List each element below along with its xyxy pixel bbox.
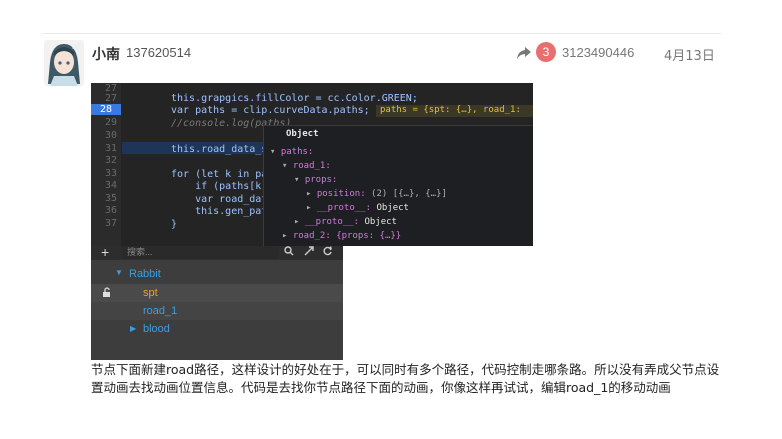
code-line: for (let k in pa bbox=[171, 169, 268, 180]
popup-position[interactable]: ▸ position: (2) [{…}, {…}] bbox=[306, 189, 447, 199]
tree-item-rabbit[interactable]: Rabbit bbox=[129, 268, 161, 280]
collapse-icon[interactable] bbox=[304, 246, 314, 259]
code-line: var paths = clip.curveData.paths; bbox=[171, 105, 370, 116]
post-body: 节点下面新建road路径，这样设计的好处在于，可以同时有多个路径，代码控制走哪条… bbox=[91, 362, 720, 395]
top-divider bbox=[42, 33, 722, 34]
line-number: 30 bbox=[104, 130, 117, 141]
collapsed-arrow-icon[interactable]: ▶ bbox=[130, 324, 136, 333]
popup-paths[interactable]: ▾ paths: bbox=[270, 147, 313, 157]
tree-item-blood[interactable]: blood bbox=[143, 323, 170, 335]
tree-item-spt[interactable]: spt bbox=[143, 287, 158, 299]
code-line: this.grapgics.fillColor = cc.Color.GREEN… bbox=[171, 93, 418, 104]
tree-search-input[interactable]: 搜索... bbox=[121, 246, 279, 259]
line-number: 34 bbox=[104, 180, 117, 191]
tree-row-highlight bbox=[91, 284, 343, 302]
lock-icon[interactable] bbox=[102, 287, 112, 300]
add-icon[interactable]: + bbox=[101, 246, 109, 260]
line-number: 37 bbox=[104, 218, 117, 229]
line-number: 32 bbox=[104, 155, 117, 166]
code-line: var road_dat bbox=[171, 194, 268, 205]
code-screenshot: 27 27 28 29 30 31 32 33 34 35 36 37 this… bbox=[91, 83, 533, 246]
line-number: 29 bbox=[104, 117, 117, 128]
search-icon[interactable] bbox=[284, 246, 294, 259]
popup-road-2[interactable]: ▸ road_2: {props: {…}} bbox=[282, 231, 401, 241]
reply-count-badge: 3 bbox=[536, 42, 556, 62]
popup-props[interactable]: ▾ props: bbox=[294, 175, 337, 185]
code-line: if (paths[k] bbox=[171, 181, 268, 192]
username[interactable]: 小南 bbox=[92, 44, 120, 64]
line-number: 27 bbox=[104, 93, 117, 104]
line-number: 35 bbox=[104, 193, 117, 204]
user-id: 137620514 bbox=[126, 45, 192, 60]
share-arrow-icon[interactable] bbox=[516, 46, 532, 64]
popup-road-1[interactable]: ▾ road_1: bbox=[282, 161, 331, 171]
code-line: } bbox=[171, 219, 178, 230]
refresh-icon[interactable] bbox=[323, 246, 333, 259]
node-tree-screenshot: + 搜索... ▼ Rabbit spt road_1 ▶ blood bbox=[91, 246, 343, 360]
line-number: 36 bbox=[104, 205, 117, 216]
expand-arrow-icon[interactable]: ▼ bbox=[115, 268, 123, 277]
line-number: 31 bbox=[104, 143, 117, 154]
code-line: this.gen_pat bbox=[171, 206, 268, 217]
reply-to-id[interactable]: 3123490446 bbox=[562, 45, 634, 60]
tree-item-road-1[interactable]: road_1 bbox=[143, 305, 177, 317]
popup-proto[interactable]: ▸ __proto__: Object bbox=[294, 217, 397, 227]
line-number: 33 bbox=[104, 168, 117, 179]
code-line: this.road_data_s bbox=[171, 144, 268, 155]
post-date: 4月13日 bbox=[664, 49, 715, 64]
object-inspector-popup: Object ▾ paths: ▾ road_1: ▾ props: ▸ pos… bbox=[263, 125, 533, 246]
tree-row-highlight bbox=[91, 302, 343, 320]
popup-title: Object bbox=[286, 129, 319, 139]
line-number-current: 28 bbox=[91, 104, 121, 115]
popup-proto[interactable]: ▸ __proto__: Object bbox=[306, 203, 409, 213]
avatar[interactable] bbox=[44, 40, 84, 86]
inline-value-tip: paths = {spt: {…}, road_1: bbox=[376, 105, 533, 117]
